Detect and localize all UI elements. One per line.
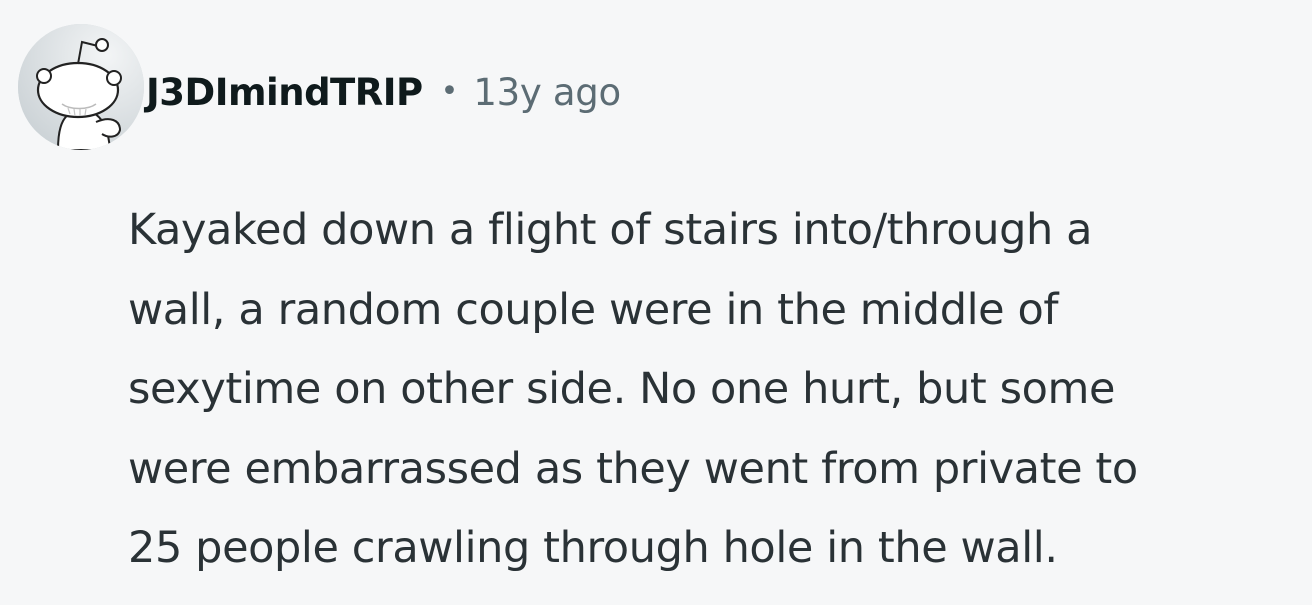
reddit-snoo-avatar-icon bbox=[18, 24, 144, 150]
comment-body-line: Kayaked down a flight of stairs into/thr… bbox=[128, 205, 1093, 255]
author-username[interactable]: J3DImindTRIP bbox=[146, 71, 423, 114]
comment-timestamp[interactable]: 13y ago bbox=[473, 71, 621, 114]
comment-meta: J3DImindTRIP • 13y ago bbox=[146, 64, 621, 120]
user-avatar[interactable] bbox=[18, 24, 144, 150]
comment-body-line: wall, a random couple were in the middle… bbox=[128, 284, 1059, 335]
comment-body-line: were embarrassed as they went from priva… bbox=[128, 443, 1138, 494]
comment-body-line: 25 people crawling through hole in the w… bbox=[128, 523, 1058, 573]
comment-body: Kayaked down a flight of stairs into/thr… bbox=[128, 191, 1298, 589]
comment-body-line: sexytime on other side. No one hurt, but… bbox=[128, 364, 1116, 414]
comment: J3DImindTRIP • 13y ago Kayaked down a fl… bbox=[0, 0, 1312, 605]
meta-separator: • bbox=[440, 74, 459, 109]
